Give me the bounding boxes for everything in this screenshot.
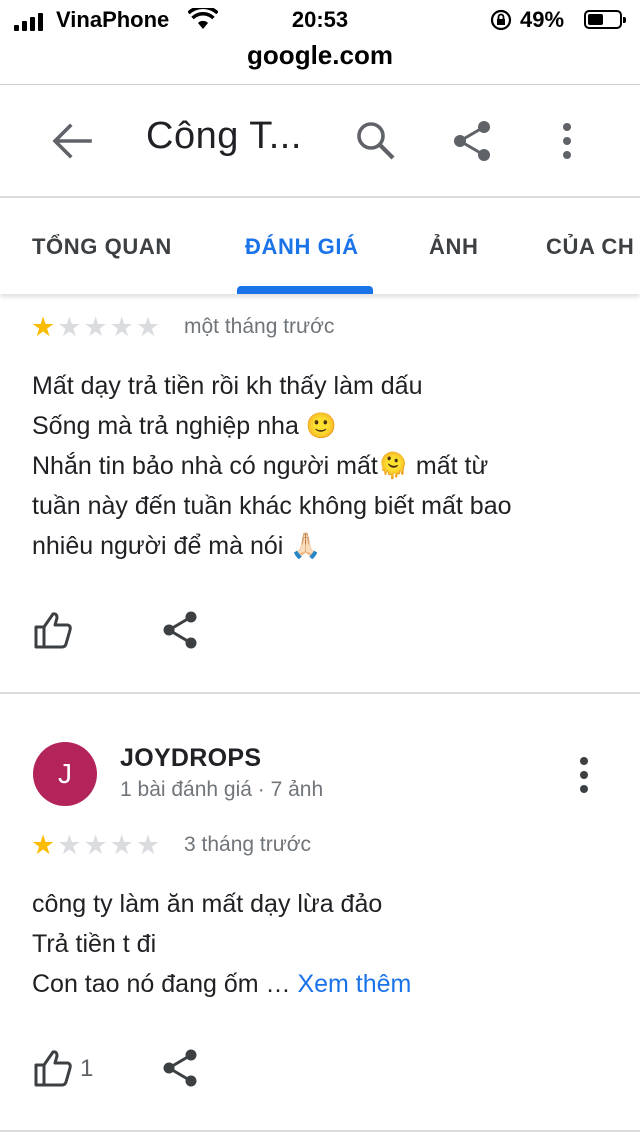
review-text: Mất dạy trả tiền rồi kh thấy làm dấu Sốn… <box>32 366 512 566</box>
review-line: Trả tiền t đi <box>32 930 157 958</box>
author-meta: 1 bài đánh giá · 7 ảnh <box>120 778 324 801</box>
tab-overview[interactable]: TỔNG QUAN <box>32 234 172 260</box>
thumbs-up-icon[interactable] <box>33 1048 73 1088</box>
review-author[interactable]: JOYDROPS <box>120 744 261 773</box>
page-title: Công T... <box>146 115 302 157</box>
like-count: 1 <box>80 1055 94 1082</box>
avatar[interactable]: J <box>33 742 97 806</box>
star-rating: ★★★★★ <box>31 830 162 860</box>
read-more-link[interactable]: Xem thêm <box>297 970 411 998</box>
share-icon[interactable] <box>450 119 494 163</box>
star-empty-icon: ★ <box>57 830 82 860</box>
tab-reviews[interactable]: ĐÁNH GIÁ <box>245 234 359 260</box>
star-empty-icon: ★ <box>57 312 82 342</box>
review-line: Nhắn tin bảo nhà có người mất🫠 mất từ <box>32 452 489 480</box>
review-line: Mất dạy trả tiền rồi kh thấy làm dấu <box>32 372 423 400</box>
active-tab-indicator <box>237 286 373 294</box>
battery-percent: 49% <box>520 7 565 32</box>
review-text: công ty làm ăn mất dạy lừa đảo Trả tiền … <box>32 884 411 1004</box>
review-divider <box>0 692 640 694</box>
tab-photos[interactable]: ẢNH <box>429 234 478 260</box>
thumbs-up-icon[interactable] <box>33 610 73 650</box>
tab-bar: TỔNG QUAN ĐÁNH GIÁ ẢNH CỦA CH <box>0 198 640 294</box>
share-icon[interactable] <box>160 1048 200 1088</box>
search-icon[interactable] <box>354 119 398 163</box>
star-empty-icon: ★ <box>135 312 161 342</box>
more-vert-icon[interactable] <box>570 754 598 798</box>
review-line-truncated: Con tao nó đang ốm … <box>32 970 291 998</box>
app-bar: Công T... <box>0 85 640 197</box>
back-arrow-icon[interactable] <box>50 121 94 161</box>
review-line: Sống mà trả nghiệp nha 🙂 <box>32 412 337 440</box>
star-empty-icon: ★ <box>109 312 134 342</box>
star-empty-icon: ★ <box>83 312 108 342</box>
star-empty-icon: ★ <box>83 830 108 860</box>
tab-owner[interactable]: CỦA CH <box>546 234 634 260</box>
status-bar: VinaPhone 20:53 49% <box>0 0 640 40</box>
review-date: một tháng trước <box>184 315 335 338</box>
review-line: Con tao nó đang ốm … Xem thêm <box>32 964 411 1004</box>
star-filled-icon: ★ <box>31 312 56 342</box>
review-line: nhiêu người để mà nói 🙏🏻 <box>32 532 322 560</box>
star-empty-icon: ★ <box>109 830 134 860</box>
rotation-lock-icon <box>490 9 512 31</box>
star-empty-icon: ★ <box>135 830 161 860</box>
review-date: 3 tháng trước <box>184 833 312 856</box>
review-divider <box>0 1130 640 1132</box>
more-vert-icon[interactable] <box>552 119 582 163</box>
address-bar-url[interactable]: google.com <box>0 40 640 71</box>
share-icon[interactable] <box>160 610 200 650</box>
review-line: công ty làm ăn mất dạy lừa đảo <box>32 890 383 918</box>
review-line: tuần này đến tuần khác không biết mất ba… <box>32 492 512 520</box>
star-rating: ★★★★★ <box>31 312 162 342</box>
battery-icon <box>584 10 626 29</box>
star-filled-icon: ★ <box>31 830 56 860</box>
